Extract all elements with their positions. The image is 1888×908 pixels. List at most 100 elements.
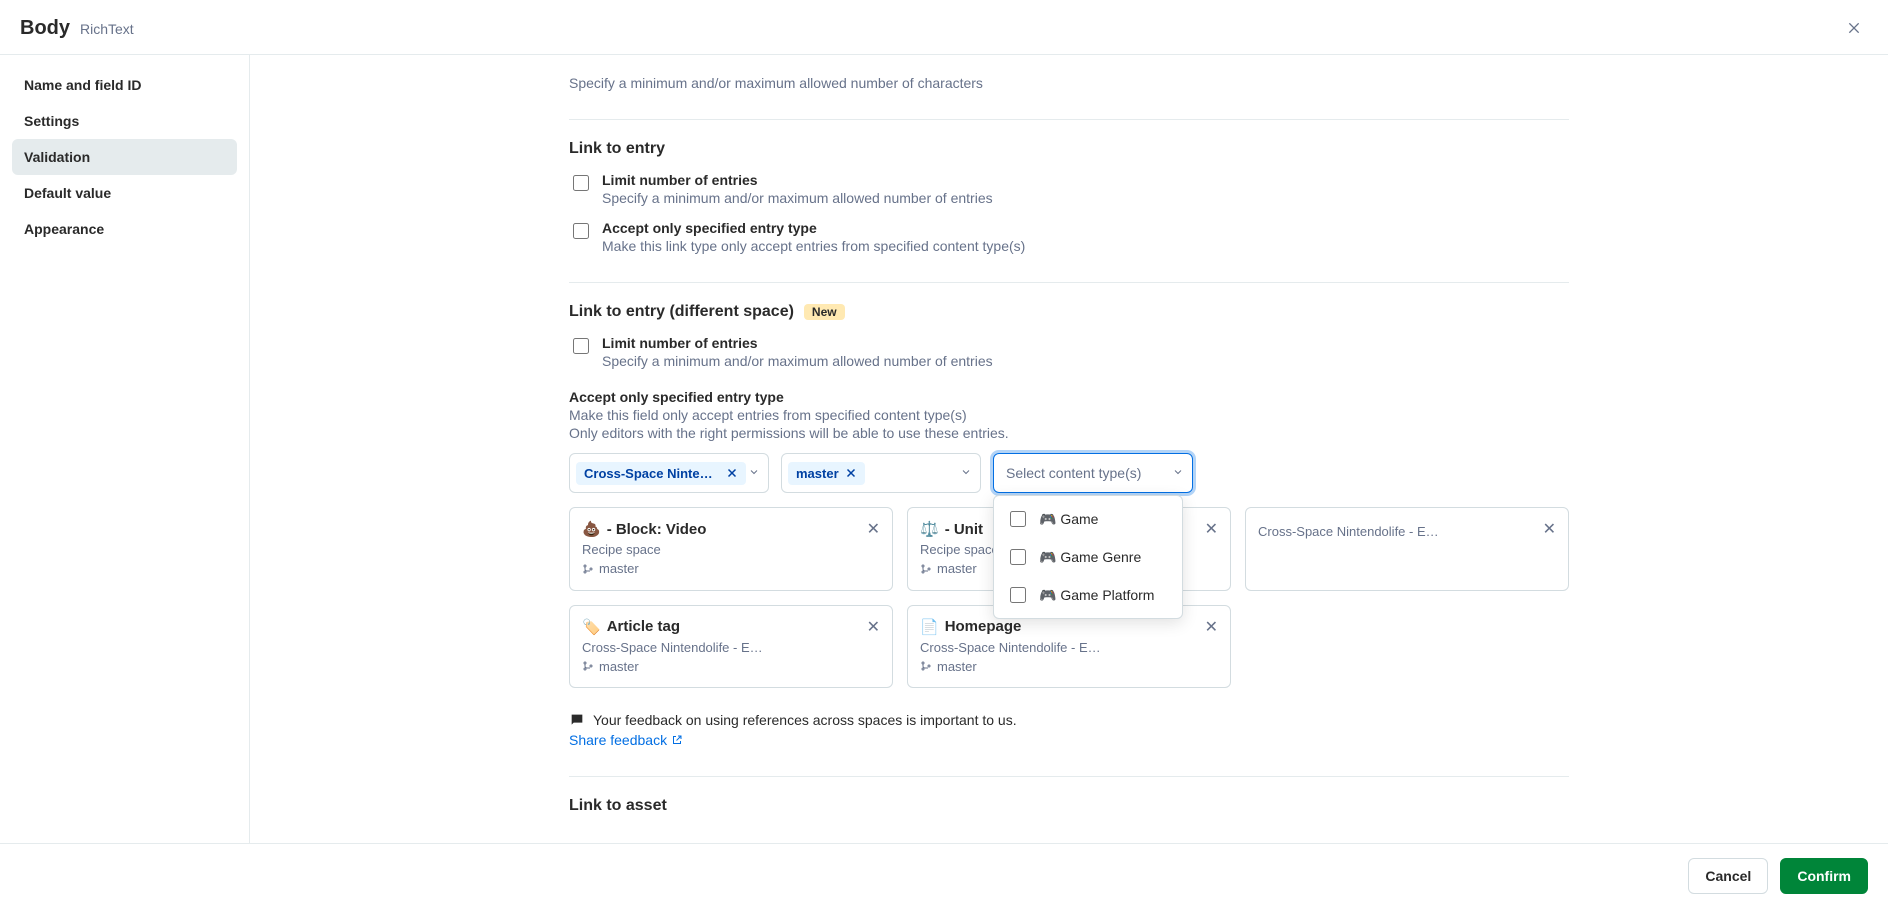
card-title-text: - Unit — [945, 521, 983, 538]
content-type-dropdown: 🎮 Game 🎮 Game Genre 🎮 Game Platform — [993, 495, 1183, 619]
sidebar-item-label: Validation — [24, 149, 90, 165]
card-subtitle: Cross-Space Nintendolife - E… — [582, 640, 880, 655]
card-title-text: Homepage — [945, 618, 1022, 635]
field-settings-dialog: Body RichText Name and field ID Settings… — [0, 0, 1888, 908]
sidebar-nav: Name and field ID Settings Validation De… — [0, 55, 250, 843]
sidebar-item-label: Name and field ID — [24, 77, 141, 93]
content-type-card: ✕ Cross-Space Nintendolife - E… — [1245, 507, 1569, 591]
field-name-title: Body — [20, 17, 70, 40]
content-type-selector-anchor: Select content type(s) 🎮 Game — [993, 453, 1193, 493]
section-title-text: Link to entry (different space) — [569, 303, 794, 321]
card-title: 🏷️ Article tag — [582, 618, 880, 636]
checkbox-limit-entries[interactable] — [573, 175, 589, 191]
card-env: master — [582, 659, 639, 674]
card-title: 💩 - Block: Video — [582, 520, 880, 538]
section-title-link-to-asset: Link to asset — [569, 797, 1569, 815]
checkbox-limit-entries-diff[interactable] — [573, 338, 589, 354]
dialog-footer: Cancel Confirm — [0, 843, 1888, 908]
sidebar-item-appearance[interactable]: Appearance — [12, 211, 237, 247]
share-feedback-text: Share feedback — [569, 732, 667, 748]
dropdown-checkbox-game-genre[interactable] — [1010, 549, 1026, 565]
card-subtitle: Cross-Space Nintendolife - E… — [920, 640, 1218, 655]
card-subtitle: Cross-Space Nintendolife - E… — [1258, 524, 1556, 539]
dropdown-checkbox-game-platform[interactable] — [1010, 587, 1026, 603]
card-remove-button[interactable]: ✕ — [863, 616, 884, 640]
section-title-link-to-entry: Link to entry — [569, 140, 1569, 158]
dialog-title: Body RichText — [20, 17, 134, 40]
confirm-button-label: Confirm — [1797, 868, 1851, 884]
feedback-text-row: Your feedback on using references across… — [569, 712, 1569, 728]
close-button[interactable] — [1840, 14, 1868, 42]
checkbox-description: Specify a minimum and/or maximum allowed… — [602, 353, 993, 369]
dropdown-label: 🎮 Game Genre — [1039, 549, 1141, 566]
dropdown-checkbox-game[interactable] — [1010, 511, 1026, 527]
sidebar-item-validation[interactable]: Validation — [12, 139, 237, 175]
content-type-card: ✕ 💩 - Block: Video Recipe space master — [569, 507, 893, 591]
chat-icon — [569, 712, 585, 728]
space-pill-remove[interactable] — [726, 467, 738, 479]
card-remove-button[interactable]: ✕ — [1539, 518, 1560, 542]
external-link-icon — [671, 734, 683, 746]
close-icon — [1846, 20, 1862, 36]
checkbox-row-accept-type: Accept only specified entry type Make th… — [569, 220, 1569, 254]
card-remove-button[interactable]: ✕ — [1201, 518, 1222, 542]
card-subtitle: Recipe space — [582, 542, 880, 557]
checkbox-row-limit-entries: Limit number of entries Specify a minimu… — [569, 172, 1569, 206]
accept-type-block: Accept only specified entry type Make th… — [569, 389, 1569, 441]
close-icon — [845, 467, 857, 479]
checkbox-label: Limit number of entries — [602, 335, 993, 351]
card-env-text: master — [599, 561, 639, 576]
content-type-card: ✕ 🏷️ Article tag Cross-Space Nintendolif… — [569, 605, 893, 689]
card-env-text: master — [937, 659, 977, 674]
checkbox-labels: Accept only specified entry type Make th… — [602, 220, 1025, 254]
sidebar-item-label: Appearance — [24, 221, 104, 237]
selectors-row: Cross-Space Nintendolife - E… — [569, 453, 1569, 493]
card-env-text: master — [599, 659, 639, 674]
card-emoji: 📄 — [920, 618, 939, 636]
env-pill-remove[interactable] — [845, 467, 857, 479]
card-env: master — [582, 561, 639, 576]
space-selector[interactable]: Cross-Space Nintendolife - E… — [569, 453, 769, 493]
chevron-down-icon — [748, 465, 760, 481]
content-type-selector[interactable]: Select content type(s) — [993, 453, 1193, 493]
cancel-button[interactable]: Cancel — [1688, 858, 1768, 894]
section-title-link-to-entry-different: Link to entry (different space) New — [569, 303, 1569, 321]
section-link-to-asset: Link to asset — [569, 776, 1569, 815]
dropdown-item-game[interactable]: 🎮 Game — [994, 500, 1182, 538]
branch-icon — [582, 563, 594, 575]
sidebar-item-label: Default value — [24, 185, 111, 201]
field-type-subtitle: RichText — [80, 21, 134, 37]
chevron-down-icon — [1172, 465, 1184, 481]
checkbox-accept-type[interactable] — [573, 223, 589, 239]
checkbox-label: Accept only specified entry type — [602, 220, 1025, 236]
confirm-button[interactable]: Confirm — [1780, 858, 1868, 894]
sidebar-item-name-and-field-id[interactable]: Name and field ID — [12, 67, 237, 103]
share-feedback-link[interactable]: Share feedback — [569, 732, 1569, 748]
feedback-text: Your feedback on using references across… — [593, 712, 1017, 728]
card-env: master — [920, 561, 977, 576]
accept-type-label: Accept only specified entry type — [569, 389, 1569, 405]
card-remove-button[interactable]: ✕ — [863, 518, 884, 542]
feedback-block: Your feedback on using references across… — [569, 712, 1569, 748]
card-emoji: 🏷️ — [582, 618, 601, 636]
content-type-placeholder: Select content type(s) — [1006, 465, 1141, 481]
sidebar-item-label: Settings — [24, 113, 79, 129]
branch-icon — [920, 563, 932, 575]
branch-icon — [582, 660, 594, 672]
cancel-button-label: Cancel — [1705, 868, 1751, 884]
card-emoji: 💩 — [582, 520, 601, 538]
sidebar-item-default-value[interactable]: Default value — [12, 175, 237, 211]
dropdown-item-game-platform[interactable]: 🎮 Game Platform — [994, 576, 1182, 614]
checkbox-labels: Limit number of entries Specify a minimu… — [602, 335, 993, 369]
sidebar-item-settings[interactable]: Settings — [12, 103, 237, 139]
dropdown-item-game-genre[interactable]: 🎮 Game Genre — [994, 538, 1182, 576]
card-remove-button[interactable]: ✕ — [1201, 616, 1222, 640]
environment-selector[interactable]: master — [781, 453, 981, 493]
section-link-to-entry: Link to entry Limit number of entries Sp… — [569, 119, 1569, 254]
dialog-body: Name and field ID Settings Validation De… — [0, 55, 1888, 843]
main-panel[interactable]: Specify a minimum and/or maximum allowed… — [250, 55, 1888, 843]
card-env-text: master — [937, 561, 977, 576]
main-inner: Specify a minimum and/or maximum allowed… — [569, 75, 1569, 815]
dialog-header: Body RichText — [0, 0, 1888, 55]
card-title-text: - Block: Video — [607, 521, 707, 538]
